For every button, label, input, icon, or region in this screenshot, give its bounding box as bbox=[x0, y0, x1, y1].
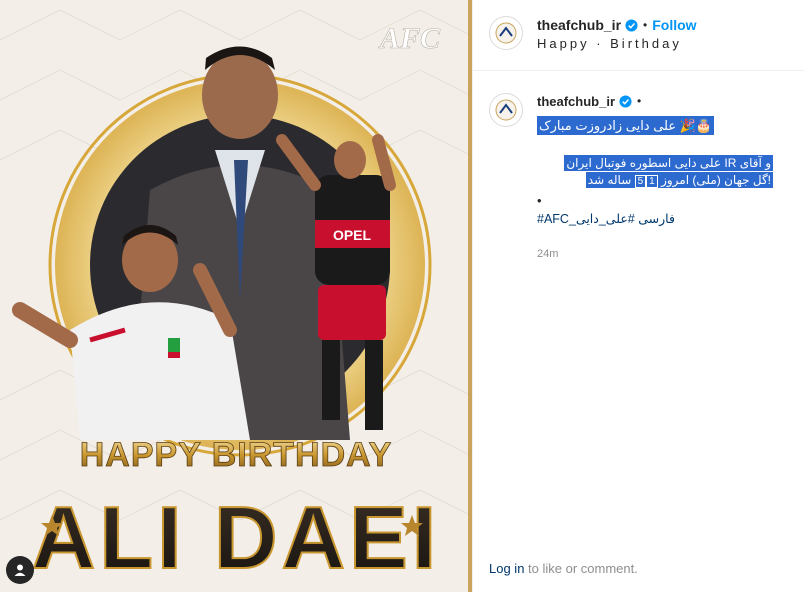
login-link[interactable]: Log in bbox=[489, 561, 524, 576]
verified-badge-icon bbox=[625, 18, 638, 32]
hashtags-link[interactable]: فارسی #علی_دایی_AFC# bbox=[537, 211, 785, 228]
post-sidebar: theafchub_ir • Follow Happy · Birthday t… bbox=[472, 0, 804, 592]
keycap-5: 5 bbox=[634, 175, 647, 188]
caption-bullet: • bbox=[537, 193, 542, 208]
keycap-1: 1 bbox=[646, 175, 658, 188]
separator-dot: • bbox=[637, 94, 642, 108]
timestamp[interactable]: 24m bbox=[537, 246, 785, 263]
login-prompt-text: to like or comment. bbox=[524, 561, 638, 576]
afc-logo: AFC bbox=[378, 22, 441, 55]
caption-line-1: 🎂🎉 علی دایی زادروزت مبارک bbox=[537, 116, 715, 135]
emoji-cake-party: 🎂🎉 bbox=[679, 118, 713, 133]
afchub-logo-icon bbox=[495, 22, 517, 44]
username-link[interactable]: theafchub_ir bbox=[537, 16, 621, 34]
caption: theafchub_ir • 🎂🎉 علی دایی زادروزت مبارک… bbox=[473, 71, 804, 263]
verified-badge-icon bbox=[619, 95, 632, 108]
separator-dot: • bbox=[643, 18, 648, 32]
birthday-poster: OPEL AFC HAPPY BIRTHDAY ALI DAEI bbox=[0, 0, 472, 592]
post-header: theafchub_ir • Follow Happy · Birthday bbox=[473, 0, 804, 71]
caption-line-1-text: علی دایی زادروزت مبارک bbox=[539, 118, 677, 133]
post-image[interactable]: OPEL AFC HAPPY BIRTHDAY ALI DAEI bbox=[0, 0, 472, 592]
caption-line-2b: !گل جهان (ملی) امروز 15 ساله شد bbox=[585, 172, 773, 188]
caption-line-2: و آقای IR علی دایی اسطوره فوتبال ایران !… bbox=[537, 155, 773, 189]
caption-username[interactable]: theafchub_ir bbox=[537, 93, 615, 110]
location-link[interactable]: Happy · Birthday bbox=[537, 36, 697, 51]
caption-line-2a: و آقای IR علی دایی اسطوره فوتبال ایران bbox=[564, 155, 773, 171]
jersey-sponsor-text: OPEL bbox=[333, 227, 372, 243]
headline-name: ALI DAEI bbox=[32, 488, 440, 587]
tag-button[interactable] bbox=[6, 556, 34, 584]
avatar[interactable] bbox=[489, 16, 523, 50]
user-tag-icon bbox=[14, 564, 26, 576]
post-frame: OPEL AFC HAPPY BIRTHDAY ALI DAEI theafch… bbox=[0, 0, 804, 592]
headline-happy-birthday: HAPPY BIRTHDAY bbox=[80, 436, 393, 474]
login-prompt: Log in to like or comment. bbox=[489, 561, 638, 576]
caption-avatar[interactable] bbox=[489, 93, 523, 127]
afchub-logo-icon bbox=[495, 99, 517, 121]
follow-button[interactable]: Follow bbox=[652, 16, 696, 34]
